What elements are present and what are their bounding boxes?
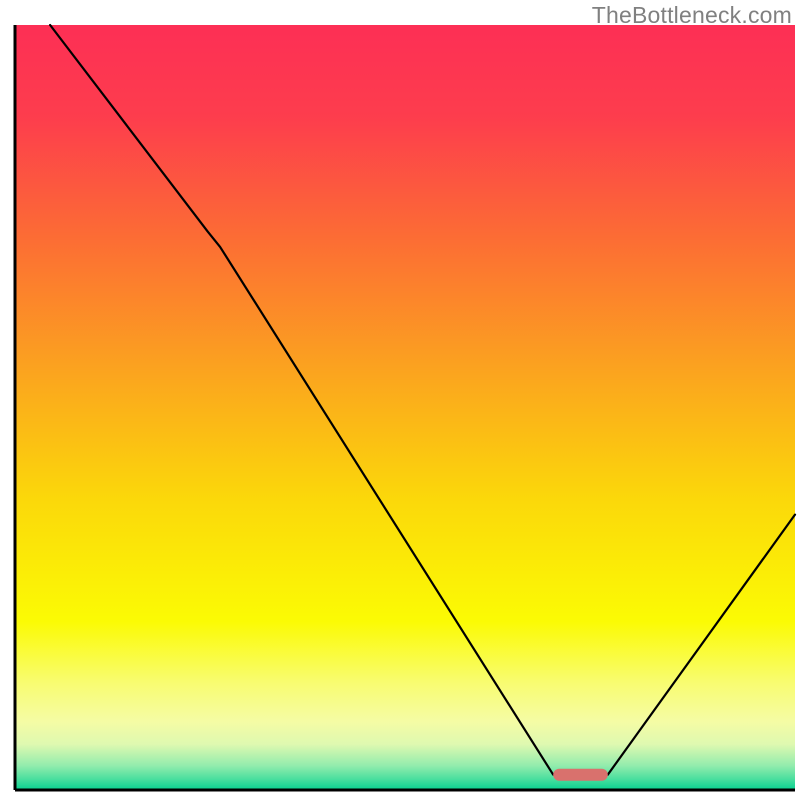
chart-stage: { "watermark": "TheBottleneck.com", "cha… (0, 0, 800, 800)
bottleneck-highlight (553, 769, 608, 781)
plot-area (15, 25, 795, 790)
watermark-text: TheBottleneck.com (592, 2, 792, 29)
bottleneck-chart (0, 0, 800, 800)
gradient-fill (15, 25, 795, 790)
